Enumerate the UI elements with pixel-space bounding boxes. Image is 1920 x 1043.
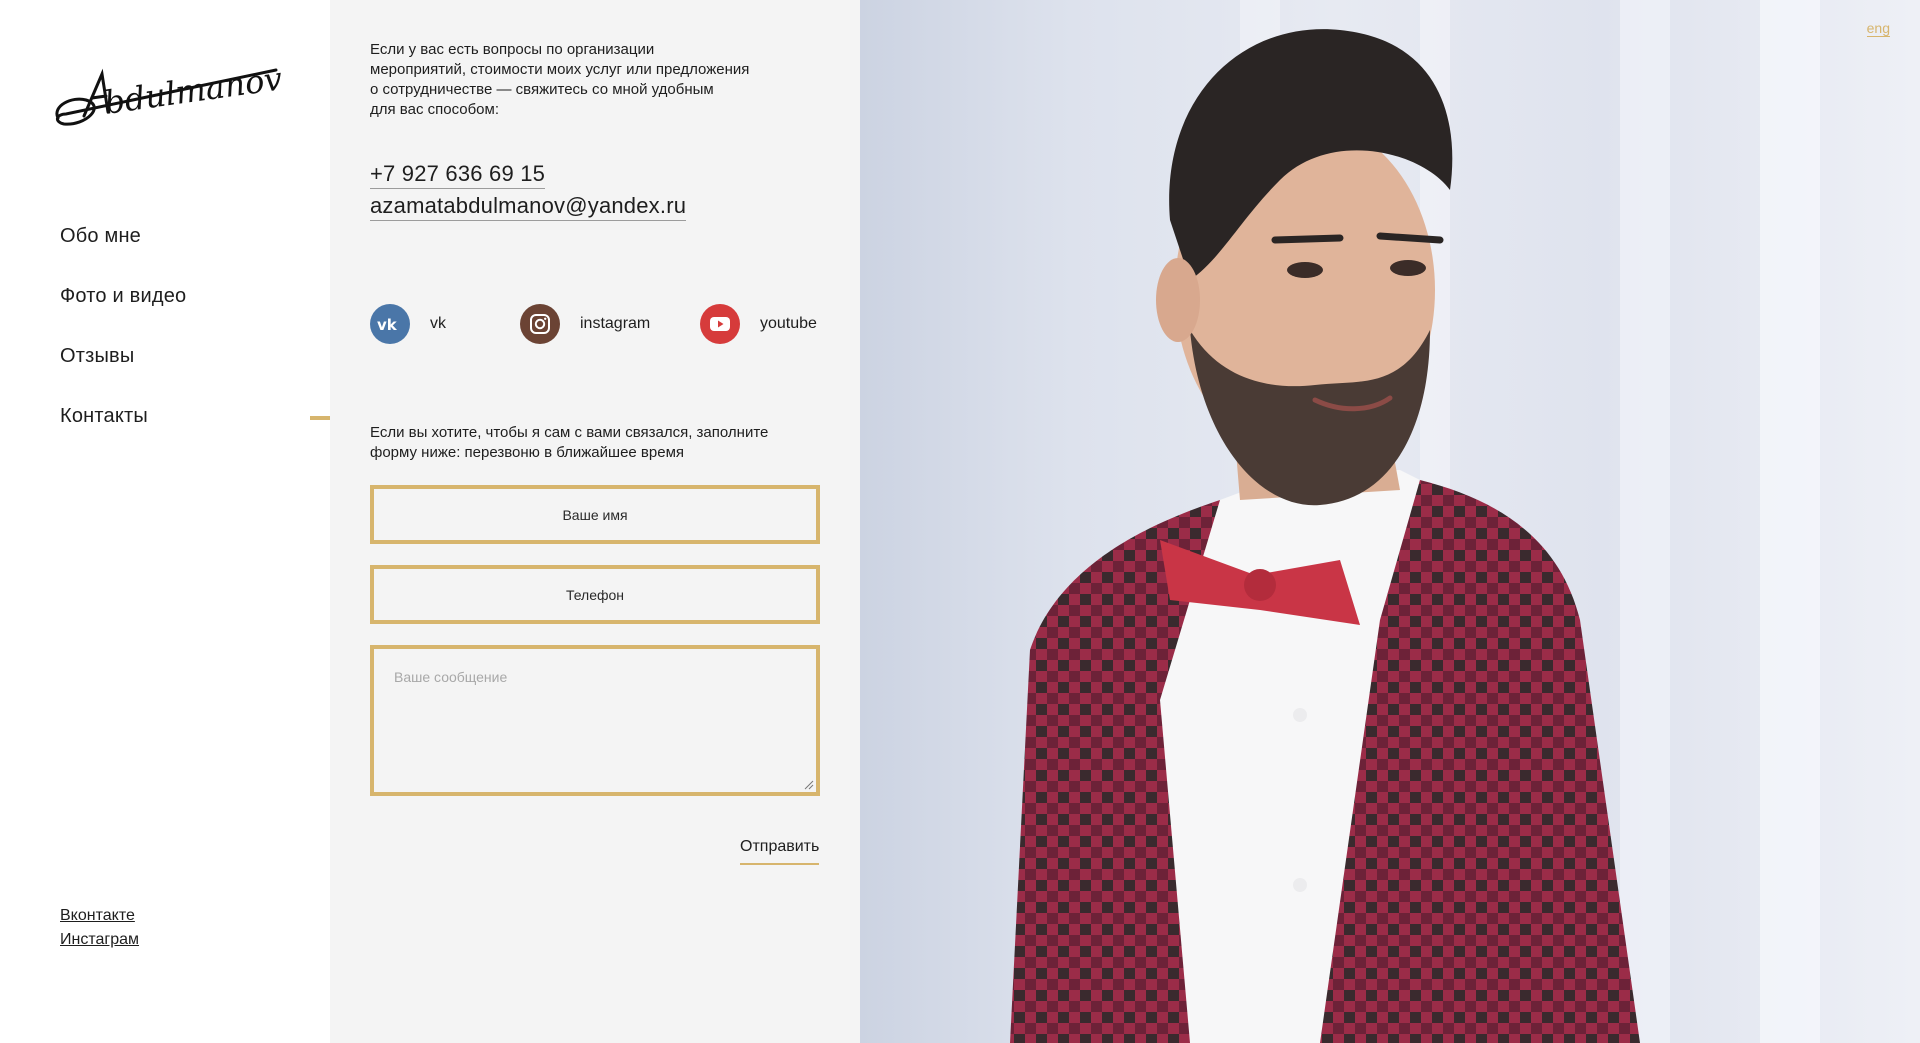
abdulmanov-logo[interactable]: bdulmanov — [46, 56, 286, 136]
form-intro-text: Если вы хотите, чтобы я сам с вами связа… — [370, 423, 830, 463]
intro-line: о сотрудничестве — свяжитесь со мной удо… — [370, 81, 714, 98]
footer-social-links: Вконтакте Инстаграм — [60, 904, 139, 952]
language-switch[interactable]: eng — [1866, 20, 1890, 37]
portrait-illustration — [1010, 0, 1820, 1043]
message-textarea[interactable] — [370, 645, 820, 796]
resize-grip-icon[interactable] — [802, 778, 814, 790]
youtube-icon — [700, 304, 740, 344]
footer-link-vk[interactable]: Вконтакте — [60, 904, 139, 928]
social-youtube[interactable]: youtube — [700, 303, 817, 345]
vk-icon: vk — [370, 304, 410, 344]
nav-item-contacts[interactable]: Контакты — [60, 404, 186, 428]
main-nav: Обо мне Фото и видео Отзывы Контакты — [60, 224, 186, 464]
social-label: vk — [430, 315, 446, 332]
portrait-photo: eng — [860, 0, 1920, 1043]
intro-line: для вас способом: — [370, 101, 499, 118]
form-intro-line: Если вы хотите, чтобы я сам с вами связа… — [370, 424, 769, 441]
svg-text:bdulmanov: bdulmanov — [102, 59, 285, 122]
phone-input[interactable] — [370, 565, 820, 624]
footer-link-instagram[interactable]: Инстаграм — [60, 928, 139, 952]
instagram-icon — [520, 304, 560, 344]
name-input[interactable] — [370, 485, 820, 544]
svg-text:vk: vk — [377, 316, 398, 332]
email-link[interactable]: azamatabdulmanov@yandex.ru — [370, 192, 687, 221]
nav-item-reviews[interactable]: Отзывы — [60, 344, 186, 368]
social-instagram[interactable]: instagram — [520, 303, 650, 345]
social-vk[interactable]: vk vk — [370, 303, 446, 345]
sidebar: bdulmanov Обо мне Фото и видео Отзывы Ко… — [0, 0, 350, 1043]
phone-link[interactable]: +7 927 636 69 15 — [370, 160, 546, 189]
social-buttons: vk vk instagram youtube — [370, 303, 830, 345]
nav-item-about[interactable]: Обо мне — [60, 224, 186, 248]
submit-button[interactable]: Отправить — [740, 837, 820, 865]
intro-line: Если у вас есть вопросы по организации — [370, 41, 655, 58]
social-label: youtube — [760, 315, 817, 332]
contact-intro-text: Если у вас есть вопросы по организации м… — [370, 40, 810, 120]
intro-line: мероприятий, стоимости моих услуг или пр… — [370, 61, 750, 78]
contact-panel: Если у вас есть вопросы по организации м… — [330, 0, 860, 1043]
social-label: instagram — [580, 315, 651, 332]
nav-item-photo-video[interactable]: Фото и видео — [60, 284, 186, 308]
form-intro-line: форму ниже: перезвоню в ближайшее время — [370, 444, 685, 461]
